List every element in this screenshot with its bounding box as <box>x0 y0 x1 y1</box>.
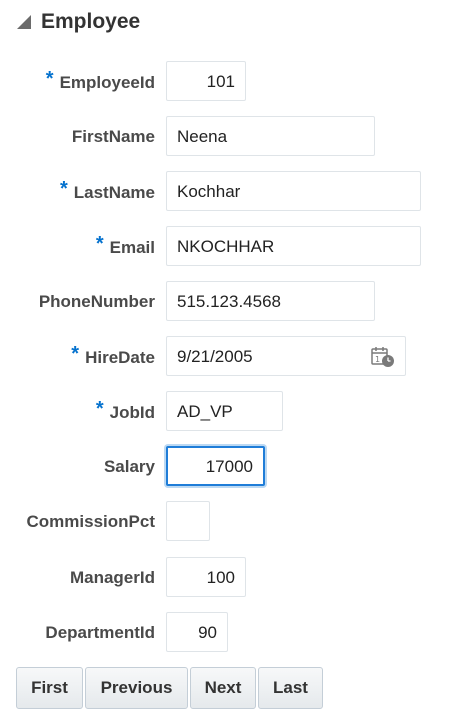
field-label-first-name: FirstName <box>71 127 155 146</box>
svg-text:1: 1 <box>375 355 380 364</box>
section-title: Employee <box>41 10 141 33</box>
form-row-job-id: * JobId AD_VP <box>0 391 474 433</box>
required-marker: * <box>59 178 68 200</box>
field-label-last-name: * LastName <box>59 178 155 202</box>
first-name-input[interactable]: Neena <box>166 116 375 156</box>
field-label-hire-date: * HireDate <box>71 343 155 367</box>
last-button[interactable]: Last <box>258 667 323 709</box>
next-button[interactable]: Next <box>190 667 256 709</box>
field-label-manager-id: ManagerId <box>69 568 155 587</box>
previous-button[interactable]: Previous <box>85 667 188 709</box>
form-row-salary: Salary 17000 <box>0 446 474 488</box>
commission-pct-input[interactable] <box>166 501 210 541</box>
hire-date-input[interactable]: 9/21/2005 1 <box>166 336 406 376</box>
email-input[interactable]: NKOCHHAR <box>166 226 421 266</box>
collapse-triangle-icon[interactable] <box>16 14 32 30</box>
department-id-input[interactable]: 90 <box>166 612 228 652</box>
field-label-commission-pct: CommissionPct <box>26 512 155 531</box>
required-marker: * <box>95 233 104 255</box>
form-row-employee-id: * EmployeeId 101 <box>0 61 474 103</box>
field-label-employee-id: * EmployeeId <box>45 68 155 92</box>
form-row-hire-date: * HireDate 9/21/2005 1 <box>0 336 474 378</box>
field-label-salary: Salary <box>103 457 155 476</box>
salary-input[interactable]: 17000 <box>166 446 265 486</box>
last-name-input[interactable]: Kochhar <box>166 171 421 211</box>
navigation-toolbar: First Previous Next Last <box>16 667 325 709</box>
phone-number-input[interactable]: 515.123.4568 <box>166 281 375 321</box>
form-row-commission-pct: CommissionPct <box>0 501 474 543</box>
manager-id-input[interactable]: 100 <box>166 557 246 597</box>
field-label-job-id: * JobId <box>95 398 155 422</box>
form-row-department-id: DepartmentId 90 <box>0 612 474 654</box>
section-header[interactable]: Employee <box>16 8 140 36</box>
form-row-first-name: FirstName Neena <box>0 116 474 158</box>
form-row-manager-id: ManagerId 100 <box>0 557 474 599</box>
form-row-phone-number: PhoneNumber 515.123.4568 <box>0 281 474 323</box>
employee-id-input[interactable]: 101 <box>166 61 246 101</box>
required-marker: * <box>95 398 104 420</box>
hire-date-value: 9/21/2005 <box>177 347 253 366</box>
required-marker: * <box>71 343 80 365</box>
job-id-input[interactable]: AD_VP <box>166 391 283 431</box>
calendar-icon[interactable]: 1 <box>371 346 395 368</box>
form-row-email: * Email NKOCHHAR <box>0 226 474 268</box>
first-button[interactable]: First <box>16 667 83 709</box>
field-label-email: * Email <box>95 233 155 257</box>
required-marker: * <box>45 68 54 90</box>
field-label-phone-number: PhoneNumber <box>38 292 155 311</box>
field-label-department-id: DepartmentId <box>45 623 155 642</box>
form-row-last-name: * LastName Kochhar <box>0 171 474 213</box>
